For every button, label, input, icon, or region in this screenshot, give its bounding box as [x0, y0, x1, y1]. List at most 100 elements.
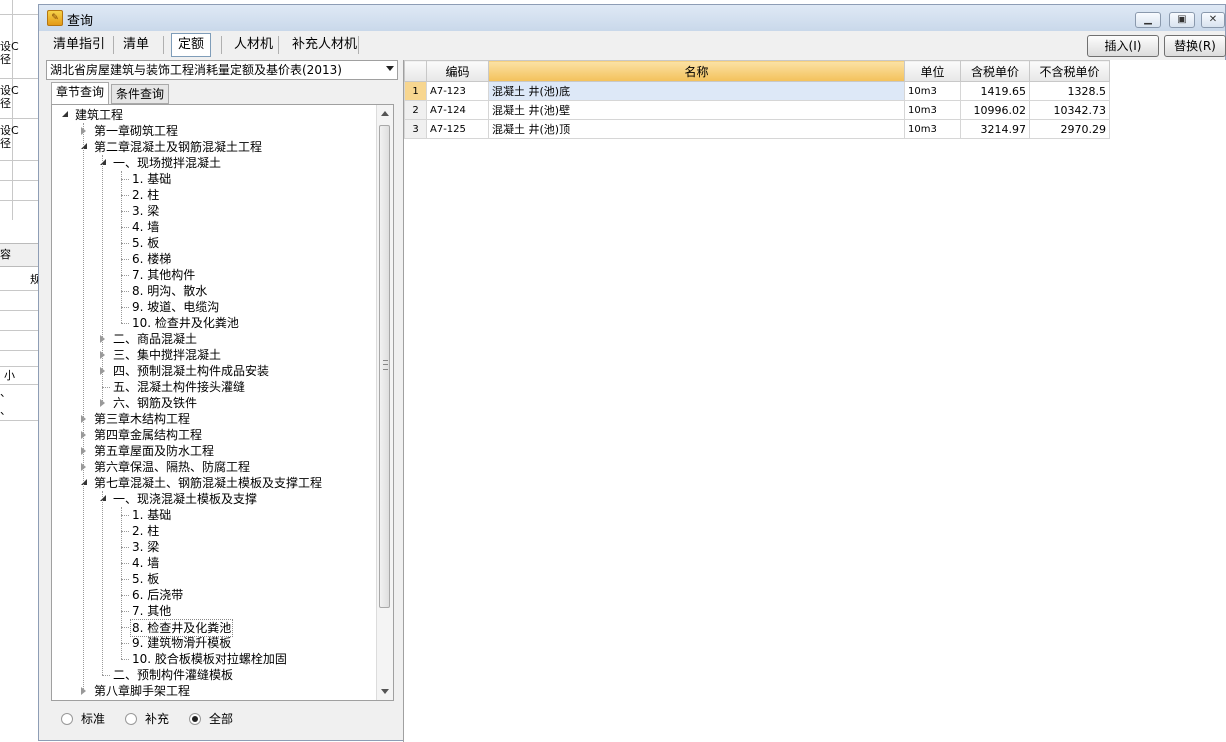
cell-price-tax[interactable]: 3214.97: [960, 119, 1030, 139]
expanded-triangle-icon[interactable]: [100, 495, 106, 501]
cell-code[interactable]: A7-123: [426, 81, 489, 101]
tree-node-label: 3. 梁: [132, 540, 160, 554]
tab-condition-query[interactable]: 条件查询: [111, 84, 170, 104]
row-number: 3: [404, 119, 427, 139]
tree-node-label: 2. 柱: [132, 188, 160, 202]
cell-price-notax[interactable]: 10342.73: [1029, 100, 1110, 120]
tab-separator: [221, 36, 222, 54]
column-header-price-notax[interactable]: 不含税单价: [1029, 60, 1110, 82]
cell-name[interactable]: 混凝土 井(池)顶: [488, 119, 905, 139]
tree-node-label: 1. 基础: [132, 172, 172, 186]
cell-code[interactable]: A7-124: [426, 100, 489, 120]
radio-all-label[interactable]: 全部: [209, 711, 233, 727]
quota-library-select[interactable]: 湖北省房屋建筑与装饰工程消耗量定额及基价表(2013): [46, 60, 398, 80]
tab-supplementary-lmm[interactable]: 补充人材机: [286, 34, 363, 56]
tab-bill[interactable]: 清单: [117, 34, 155, 56]
chevron-down-icon[interactable]: [386, 66, 394, 71]
cell-price-notax[interactable]: 1328.5: [1029, 81, 1110, 101]
tree-connector: [121, 275, 129, 276]
maximize-button[interactable]: ▣: [1169, 12, 1195, 28]
scroll-up-icon[interactable]: [381, 111, 389, 116]
bg-grid-line: [0, 14, 38, 15]
radio-all[interactable]: [189, 713, 201, 725]
expanded-triangle-icon[interactable]: [81, 143, 87, 149]
table-row[interactable]: 1 A7-123 混凝土 井(池)底 10m3 1419.65 1328.5: [404, 81, 1110, 101]
tree-connector: [121, 579, 129, 580]
radio-supplementary-label[interactable]: 补充: [145, 711, 169, 727]
cell-price-tax[interactable]: 1419.65: [960, 81, 1030, 101]
tree-connector: [102, 675, 110, 676]
column-header-code[interactable]: 编码: [426, 60, 489, 82]
cell-name[interactable]: 混凝土 井(池)底: [488, 81, 905, 101]
tree-node-label: 6. 后浇带: [132, 588, 184, 602]
bg-cell: 、: [0, 386, 11, 399]
cell-unit[interactable]: 10m3: [904, 119, 961, 139]
scroll-thumb[interactable]: [379, 125, 390, 608]
tree-node-label: 9. 坡道、电缆沟: [132, 300, 220, 314]
tree-connector: [121, 563, 129, 564]
tree-connector: [83, 123, 84, 691]
insert-button[interactable]: 插入(I): [1087, 35, 1159, 57]
replace-button[interactable]: 替换(R): [1164, 35, 1226, 57]
tree-node-label: 第八章脚手架工程: [94, 684, 191, 698]
cell-price-tax[interactable]: 10996.02: [960, 100, 1030, 120]
tree-node-label: 1. 基础: [132, 508, 172, 522]
tree-node-label: 第六章保温、隔热、防腐工程: [94, 460, 251, 474]
grip-icon: [383, 360, 388, 370]
tree-node-label: 一、现场搅拌混凝土: [113, 156, 222, 170]
tab-separator: [163, 36, 164, 54]
tree-scrollbar[interactable]: [376, 105, 393, 700]
radio-standard-label[interactable]: 标准: [81, 711, 105, 727]
tree-connector: [121, 531, 129, 532]
table-row[interactable]: 2 A7-124 混凝土 井(池)壁 10m3 10996.02 10342.7…: [404, 100, 1110, 120]
quota-library-value: 湖北省房屋建筑与装饰工程消耗量定额及基价表(2013): [50, 63, 342, 77]
table-header-row: 编码 名称 单位 含税单价 不含税单价: [404, 60, 1110, 82]
tree-connector: [121, 243, 129, 244]
tree-node-label: 2. 柱: [132, 524, 160, 538]
tree-connector: [121, 211, 129, 212]
tab-separator: [113, 36, 114, 54]
column-header-price-tax[interactable]: 含税单价: [960, 60, 1030, 82]
bg-grid-line: [0, 180, 38, 181]
column-header-unit[interactable]: 单位: [904, 60, 961, 82]
expanded-triangle-icon[interactable]: [100, 159, 106, 165]
tree-node-label: 7. 其他: [132, 604, 172, 618]
scroll-down-icon[interactable]: [381, 689, 389, 694]
tree-connector: [102, 387, 110, 388]
tree-node-label: 4. 墙: [132, 220, 160, 234]
cell-unit[interactable]: 10m3: [904, 81, 961, 101]
tab-quota[interactable]: 定额: [171, 33, 212, 57]
tree-connector: [121, 323, 129, 324]
tree-node-label: 3. 梁: [132, 204, 160, 218]
table-row[interactable]: 3 A7-125 混凝土 井(池)顶 10m3 3214.97 2970.29: [404, 119, 1110, 139]
expanded-triangle-icon[interactable]: [62, 111, 68, 117]
tab-bill-guide[interactable]: 清单指引: [47, 34, 111, 56]
bg-cell: 径: [0, 137, 11, 150]
tree-connector: [121, 291, 129, 292]
expanded-triangle-icon[interactable]: [81, 479, 87, 485]
tree-node-label: 二、商品混凝土: [113, 332, 198, 346]
radio-supplementary[interactable]: [125, 713, 137, 725]
cell-price-notax[interactable]: 2970.29: [1029, 119, 1110, 139]
tree-node-label: 4. 墙: [132, 556, 160, 570]
tree-node-label: 第七章混凝土、钢筋混凝土模板及支撑工程: [94, 476, 323, 490]
title-bar[interactable]: ✎ 查询 ▁ ▣ ✕: [39, 5, 1225, 31]
column-header-name[interactable]: 名称: [488, 60, 905, 82]
tree-node-label: 6. 楼梯: [132, 252, 172, 266]
tab-labor-material-machine[interactable]: 人材机: [228, 34, 279, 56]
cell-name[interactable]: 混凝土 井(池)壁: [488, 100, 905, 120]
bg-grid-line: [0, 290, 38, 291]
radio-standard[interactable]: [61, 713, 73, 725]
bg-grid-line: [0, 118, 38, 119]
tree-connector: [121, 547, 129, 548]
tree-node-label: 二、预制构件灌缝模板: [113, 668, 234, 682]
tree-node-label: 7. 其他构件: [132, 268, 196, 282]
bg-grid-line: [0, 420, 38, 421]
minimize-button[interactable]: ▁: [1135, 12, 1161, 28]
cell-unit[interactable]: 10m3: [904, 100, 961, 120]
tree-connector: [121, 659, 129, 660]
cell-code[interactable]: A7-125: [426, 119, 489, 139]
close-button[interactable]: ✕: [1201, 12, 1225, 28]
tree-node-label: 10. 检查井及化粪池: [132, 316, 239, 330]
tab-chapter-query[interactable]: 章节查询: [51, 82, 110, 105]
